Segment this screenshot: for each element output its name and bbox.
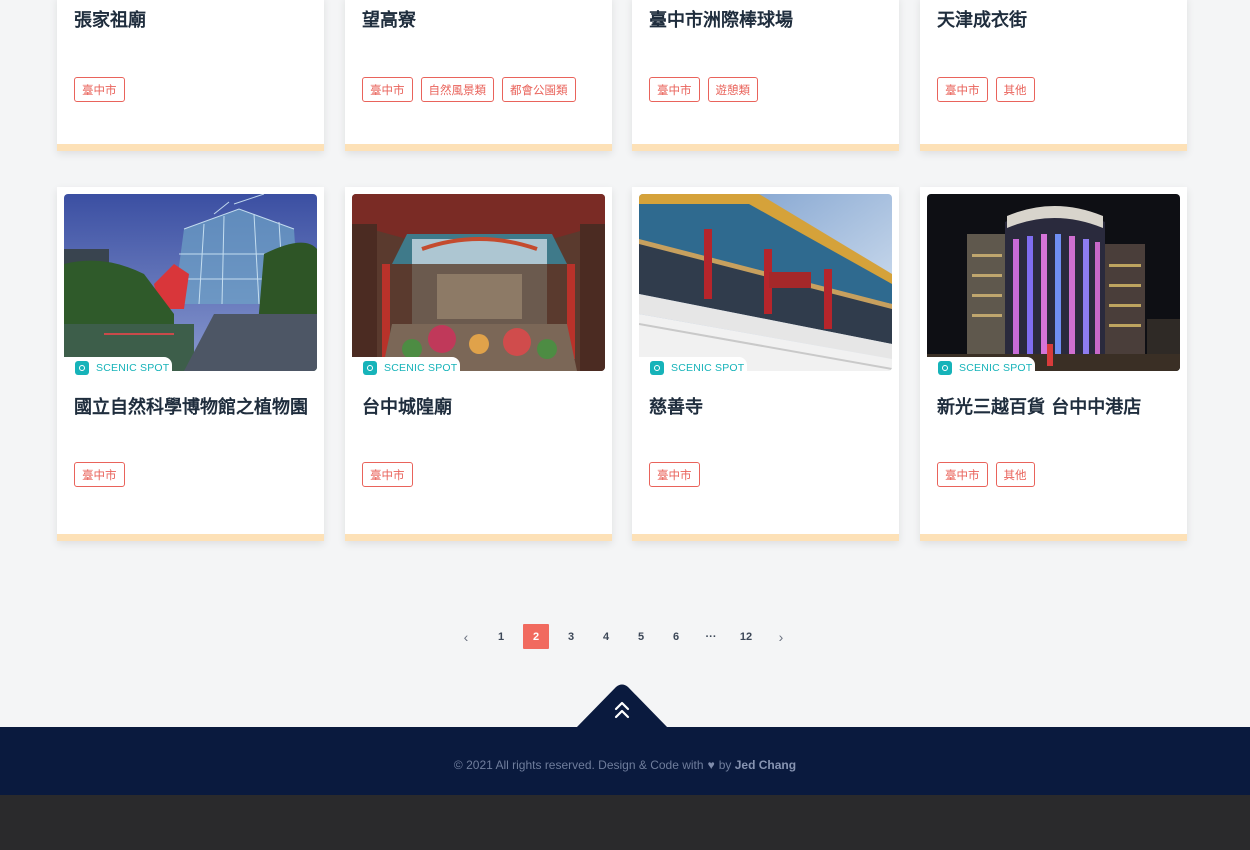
attraction-card[interactable]: 張家祖廟 臺中市	[57, 0, 324, 151]
tag-city[interactable]: 臺中市	[649, 462, 700, 487]
tag-list: 臺中市 其他	[937, 77, 1035, 102]
card-title: 新光三越百貨 台中中港店	[937, 397, 1142, 418]
attraction-card[interactable]: 天津成衣街 臺中市 其他	[920, 0, 1187, 151]
tag-city[interactable]: 臺中市	[362, 77, 413, 102]
camera-icon	[650, 361, 664, 375]
page-ellipsis: ···	[705, 630, 717, 643]
attraction-card[interactable]: SCENIC SPOT 新光三越百貨 台中中港店 臺中市 其他	[920, 187, 1187, 541]
card-title: 台中城隍廟	[362, 397, 452, 418]
pagination: ‹ 1 2 3 4 5 6 ··· 12 ›	[453, 624, 803, 649]
tag-category[interactable]: 自然風景類	[420, 77, 494, 102]
tag-city[interactable]: 臺中市	[937, 462, 988, 487]
attraction-card[interactable]: 望高寮 臺中市 自然風景類 都會公園類	[345, 0, 612, 151]
department-store-photo[interactable]	[927, 194, 1180, 371]
tag-category[interactable]: 其他	[995, 462, 1035, 487]
category-badge: SCENIC SPOT	[927, 357, 1035, 379]
category-badge: SCENIC SPOT	[352, 357, 460, 379]
card-title: 臺中市洲際棒球場	[649, 10, 793, 31]
card-title: 慈善寺	[649, 397, 703, 418]
camera-icon	[75, 361, 89, 375]
tag-city[interactable]: 臺中市	[74, 77, 125, 102]
category-badge: SCENIC SPOT	[639, 357, 747, 379]
camera-icon	[938, 361, 952, 375]
tag-list: 臺中市	[74, 77, 125, 102]
tag-category[interactable]: 遊憩類	[707, 77, 758, 102]
card-title: 望高寮	[362, 10, 416, 31]
page-link-current[interactable]: 2	[523, 624, 549, 649]
tag-list: 臺中市	[649, 462, 700, 487]
prev-page-button[interactable]: ‹	[453, 624, 479, 649]
copyright: © 2021 All rights reserved. Design & Cod…	[453, 758, 797, 772]
attraction-card[interactable]: 臺中市洲際棒球場 臺中市 遊憩類	[632, 0, 899, 151]
tag-city[interactable]: 臺中市	[937, 77, 988, 102]
card-title: 天津成衣街	[937, 10, 1027, 31]
camera-icon	[363, 361, 377, 375]
double-chevron-up-icon	[576, 684, 668, 728]
tag-list: 臺中市 遊憩類	[649, 77, 758, 102]
tag-city[interactable]: 臺中市	[649, 77, 700, 102]
next-page-button[interactable]: ›	[768, 624, 794, 649]
footer: © 2021 All rights reserved. Design & Cod…	[0, 727, 1250, 795]
attraction-card[interactable]: SCENIC SPOT 慈善寺 臺中市	[632, 187, 899, 541]
author-link[interactable]: Jed Chang	[735, 758, 796, 772]
page-link[interactable]: 5	[628, 624, 654, 649]
temple-interior-photo[interactable]	[352, 194, 605, 371]
tag-list: 臺中市	[362, 462, 413, 487]
category-badge: SCENIC SPOT	[64, 357, 172, 379]
page-link[interactable]: 4	[593, 624, 619, 649]
tag-category[interactable]: 都會公園類	[502, 77, 576, 102]
page-link[interactable]: 12	[733, 624, 759, 649]
attraction-card[interactable]: SCENIC SPOT 台中城隍廟 臺中市	[345, 187, 612, 541]
tag-list: 臺中市 其他	[937, 462, 1035, 487]
temple-exterior-photo[interactable]	[639, 194, 892, 371]
heart-icon: ♥	[707, 758, 715, 772]
tag-list: 臺中市 自然風景類 都會公園類	[362, 77, 576, 102]
card-title: 國立自然科學博物館之植物園	[74, 397, 308, 418]
page-link[interactable]: 1	[488, 624, 514, 649]
tag-city[interactable]: 臺中市	[74, 462, 125, 487]
greenhouse-photo[interactable]	[64, 194, 317, 371]
page-bottom-area	[0, 795, 1250, 850]
back-to-top-button[interactable]	[576, 684, 668, 728]
tag-category[interactable]: 其他	[995, 77, 1035, 102]
page-link[interactable]: 3	[558, 624, 584, 649]
attraction-card[interactable]: SCENIC SPOT 國立自然科學博物館之植物園 臺中市	[57, 187, 324, 541]
tag-city[interactable]: 臺中市	[362, 462, 413, 487]
page-link[interactable]: 6	[663, 624, 689, 649]
tag-list: 臺中市	[74, 462, 125, 487]
card-title: 張家祖廟	[74, 10, 146, 31]
